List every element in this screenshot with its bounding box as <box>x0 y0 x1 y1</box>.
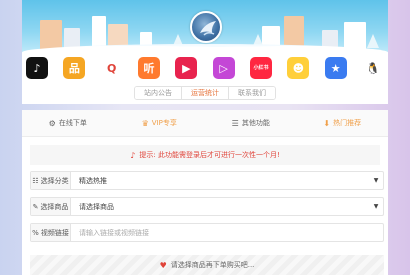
product-value[interactable]: 请选择商品 <box>71 198 369 215</box>
submit-button[interactable]: ♥ 请选择商品再下单购买吧... <box>30 255 384 275</box>
tab-icon: ⚙ <box>48 118 56 128</box>
notice-bar: ♪ 提示: 此功能需登录后才可进行一次性一个月! <box>30 145 380 165</box>
chevron-down-icon[interactable]: ▼ <box>369 198 383 215</box>
speaker-icon: ♪ <box>130 150 136 160</box>
tab-label: 在线下单 <box>58 119 87 127</box>
tree-decoration <box>367 34 379 48</box>
qq-penguin-icon[interactable]: 🐧 <box>361 57 384 79</box>
segment-1[interactable]: 运营统计 <box>182 87 229 99</box>
link-field[interactable]: % 视频链接 请输入链接或视频链接 <box>30 223 384 242</box>
tab-icon: ⬇ <box>323 118 331 128</box>
bird-avatar-icon[interactable] <box>190 11 222 43</box>
link-label: % 视频链接 <box>31 224 71 241</box>
product-label: ✎ 选择商品 <box>31 198 71 215</box>
function-tabs: ⚙ 在线下单 ♛ VIP专享 ☰ 其他功能 ⬇ 热门推荐 <box>22 110 388 137</box>
tab-1[interactable]: ♛ VIP专享 <box>114 110 206 136</box>
chevron-down-icon[interactable]: ▼ <box>369 172 383 189</box>
xiaohongshu-icon[interactable]: 小红书 <box>249 57 272 79</box>
building-decoration <box>344 22 366 50</box>
category-value[interactable]: 精选热推 <box>71 172 369 189</box>
quanmin-icon[interactable]: 品 <box>63 57 86 79</box>
submit-label: 请选择商品再下单购买吧... <box>170 261 255 269</box>
info-segment-bar: 站内公告 运营统计 联系我们 <box>22 82 388 104</box>
notice-text: 提示: 此功能需登录后才可进行一次性一个月! <box>139 151 280 159</box>
link-icon: % <box>32 228 39 237</box>
category-label: ☷ 选择分类 <box>31 172 71 189</box>
order-card: ⚙ 在线下单 ♛ VIP专享 ☰ 其他功能 ⬇ 热门推荐 ♪ 提示: 此功能需登录后才可进行一… <box>22 110 388 275</box>
ting-icon[interactable]: 听 <box>137 57 160 79</box>
tab-icon: ♛ <box>141 118 149 128</box>
app-icon-row: ♪ 品 Q 听 ▶ ▷ 小红书 ☻ ★ 🐧 <box>22 55 388 82</box>
list-icon: ☷ <box>32 176 39 185</box>
tab-0[interactable]: ⚙ 在线下单 <box>22 110 114 136</box>
kuwo-icon[interactable]: Q <box>100 57 123 79</box>
category-select[interactable]: ☷ 选择分类 精选热推 ▼ <box>30 171 384 190</box>
building-decoration <box>40 20 62 50</box>
product-select[interactable]: ✎ 选择商品 请选择商品 ▼ <box>30 197 384 216</box>
heart-icon: ♥ <box>159 260 167 270</box>
star-icon[interactable]: ★ <box>324 57 347 79</box>
tab-icon: ☰ <box>231 118 239 128</box>
cartoon-face-icon[interactable]: ☻ <box>287 57 310 79</box>
edit-icon: ✎ <box>32 202 39 211</box>
tab-label: 热门推荐 <box>333 119 362 127</box>
segment-0[interactable]: 站内公告 <box>135 87 182 99</box>
tab-2[interactable]: ☰ 其他功能 <box>205 110 297 136</box>
tab-label: 其他功能 <box>241 119 270 127</box>
bilibili-like-icon[interactable]: ▷ <box>212 57 235 79</box>
link-input[interactable]: 请输入链接或视频链接 <box>71 224 383 241</box>
tiktok-icon[interactable]: ♪ <box>26 57 48 79</box>
video-play-icon[interactable]: ▶ <box>175 57 198 79</box>
segment-group: 站内公告 运营统计 联系我们 <box>134 86 276 100</box>
segment-2[interactable]: 联系我们 <box>229 87 275 99</box>
tab-label: VIP专享 <box>151 119 177 127</box>
tab-3[interactable]: ⬇ 热门推荐 <box>297 110 389 136</box>
